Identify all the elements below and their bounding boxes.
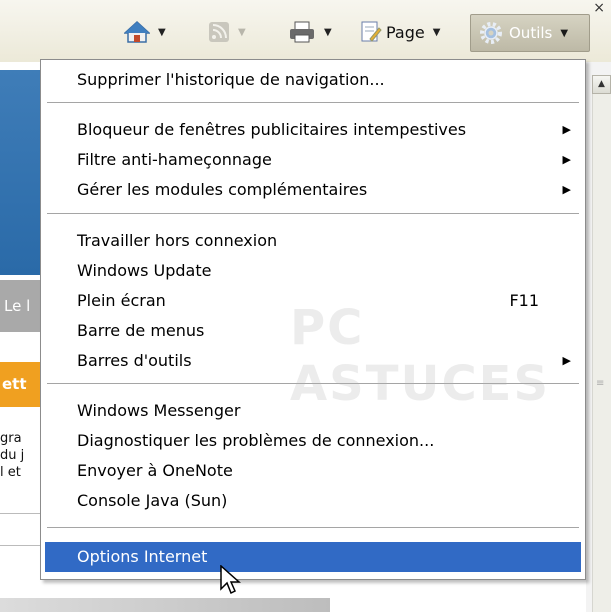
menu-item-label: Options Internet (77, 547, 208, 566)
menu-separator (47, 383, 579, 384)
menu-separator (47, 213, 579, 214)
mouse-cursor-icon (220, 565, 241, 595)
menu-item-label: Bloqueur de fenêtres publicitaires intem… (77, 120, 467, 139)
page-icon (361, 21, 382, 42)
tools-menu-button[interactable]: Outils ▼ (470, 14, 590, 52)
menu-item-manage-addons[interactable]: Gérer les modules complémentaires ▶ (45, 175, 581, 205)
menu-item-phishing-filter[interactable]: Filtre anti-hameçonnage ▶ (45, 145, 581, 175)
gear-icon (480, 22, 502, 44)
command-bar: ▼ ▼ ▼ Page ▼ Outils ▼ × (0, 0, 611, 62)
menu-item-label: Windows Update (77, 261, 212, 280)
menu-item-internet-options[interactable]: Options Internet (45, 542, 581, 572)
menu-item-windows-messenger[interactable]: Windows Messenger (45, 396, 581, 426)
menu-item-windows-update[interactable]: Windows Update (45, 256, 581, 286)
menu-item-work-offline[interactable]: Travailler hors connexion (45, 226, 581, 256)
home-button[interactable]: ▼ (124, 18, 166, 46)
menu-item-send-to-onenote[interactable]: Envoyer à OneNote (45, 456, 581, 486)
menu-item-popup-blocker[interactable]: Bloqueur de fenêtres publicitaires intem… (45, 115, 581, 145)
menu-item-java-console[interactable]: Console Java (Sun) (45, 486, 581, 516)
menu-item-label: Plein écran (77, 291, 166, 310)
home-icon (124, 20, 150, 43)
page-text-line: gra (0, 431, 22, 446)
page-orange-heading: ett (0, 362, 40, 407)
menu-item-toolbars[interactable]: Barres d'outils ▶ (45, 346, 581, 376)
menu-item-diagnose-connection[interactable]: Diagnostiquer les problèmes de connexion… (45, 426, 581, 456)
menu-item-label: Barre de menus (77, 321, 205, 340)
page-menu-button[interactable]: Page ▼ (360, 18, 440, 46)
page-banner (0, 70, 40, 275)
menu-separator (47, 527, 579, 528)
submenu-arrow-icon: ▶ (562, 354, 571, 367)
page-divider (0, 513, 40, 514)
scroll-grip-icon: ≡ (596, 378, 605, 389)
print-button[interactable]: ▼ (288, 18, 332, 46)
page-bottom-strip (0, 598, 330, 612)
menu-item-label: Diagnostiquer les problèmes de connexion… (77, 431, 435, 450)
submenu-arrow-icon: ▶ (562, 153, 571, 166)
menu-item-label: Filtre anti-hameçonnage (77, 150, 272, 169)
print-dropdown-arrow[interactable]: ▼ (324, 27, 332, 38)
menu-item-menu-bar[interactable]: Barre de menus (45, 316, 581, 346)
page-divider (0, 545, 40, 546)
submenu-arrow-icon: ▶ (562, 123, 571, 136)
menu-item-label: Console Java (Sun) (77, 491, 228, 510)
menu-item-label: Barres d'outils (77, 351, 192, 370)
tools-dropdown-arrow: ▼ (560, 27, 569, 39)
tools-menu-label: Outils (509, 24, 553, 42)
vertical-scrollbar[interactable] (592, 75, 611, 612)
page-menu-label: Page (386, 22, 425, 42)
printer-icon (290, 21, 314, 43)
menu-item-full-screen[interactable]: Plein écran F11 (45, 286, 581, 316)
page-grey-heading: Le l (0, 280, 40, 332)
menu-item-label: Envoyer à OneNote (77, 461, 233, 480)
rss-feed-icon (209, 22, 229, 42)
menu-item-label: Travailler hors connexion (77, 231, 278, 250)
menu-item-label: Supprimer l'historique de navigation... (77, 70, 385, 89)
home-dropdown-arrow[interactable]: ▼ (158, 27, 166, 38)
menu-item-delete-history[interactable]: Supprimer l'historique de navigation... (45, 65, 581, 95)
feeds-dropdown-arrow[interactable]: ▼ (238, 27, 246, 38)
menu-separator (47, 102, 579, 103)
feeds-button[interactable]: ▼ (208, 18, 246, 46)
submenu-arrow-icon: ▶ (562, 183, 571, 196)
page-text-line: l et (0, 465, 21, 480)
close-icon[interactable]: × (593, 0, 605, 16)
page-text-line: du j (0, 448, 25, 463)
page-dropdown-arrow[interactable]: ▼ (433, 27, 441, 38)
menu-item-label: Gérer les modules complémentaires (77, 180, 368, 199)
scroll-up-button[interactable]: ▲ (592, 75, 611, 94)
tools-dropdown-menu: Supprimer l'historique de navigation... … (40, 59, 586, 580)
menu-item-shortcut: F11 (509, 291, 539, 310)
menu-item-label: Windows Messenger (77, 401, 241, 420)
